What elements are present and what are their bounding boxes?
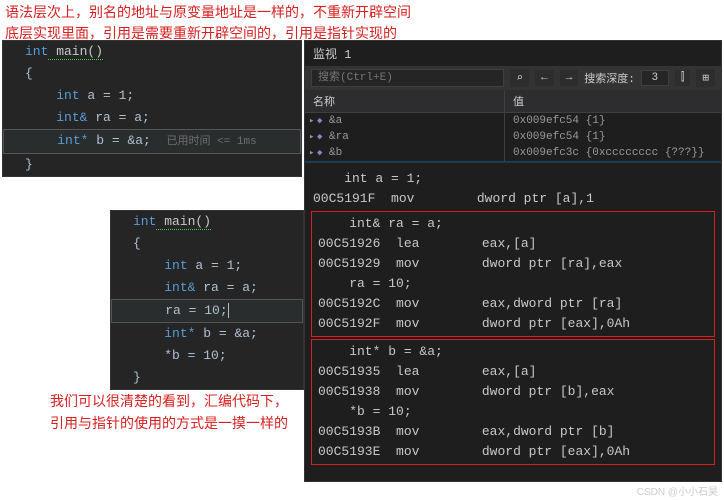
asm-line: 00C51938 mov dword ptr [b],eax [312,382,714,402]
asm-line: 00C5193E mov dword ptr [eax],0Ah [312,442,714,462]
asm-line: 00C51935 lea eax,[a] [312,362,714,382]
watch-header: 名称 值 [305,90,721,113]
asm-line: 00C5191F mov dword ptr [a],1 [307,189,719,209]
watch-row[interactable]: ▸◆&b 0x009efc3c {0xcccccccc {???}} [305,145,721,161]
asm-source-line: ra = 10; [312,274,714,294]
watch-panel: 监视 1 ⌕ ← → 搜索深度: 3 ⫿ ⊞ 名称 值 ▸◆&a 0x009ef… [304,40,722,162]
expand-icon[interactable]: ▸ [309,116,314,126]
diamond-icon: ◆ [317,132,322,142]
code-line: { [111,233,303,255]
code-line: int a = 1; [3,85,301,107]
nav-next-button[interactable]: → [560,70,579,86]
diamond-icon: ◆ [317,148,322,158]
asm-line: 00C5193B mov eax,dword ptr [b] [312,422,714,442]
asm-source-line: int a = 1; [307,169,719,189]
anno-line-1: 语法层次上，别名的地址与原变量地址是一样的，不重新开辟空间 [5,2,411,23]
filter-button[interactable]: ⫿ [675,70,691,86]
breakpoint-marker [6,132,22,146]
asm-line: 00C5192F mov dword ptr [eax],0Ah [312,314,714,334]
code-line-current: int* b = &a; 已用时间 <= 1ms [3,129,301,154]
asm-source-line: *b = 10; [312,402,714,422]
watch-col-name[interactable]: 名称 [305,90,505,112]
expand-icon[interactable]: ▸ [309,132,314,142]
asm-line: 00C51929 mov dword ptr [ra],eax [312,254,714,274]
code-line: { [3,63,301,85]
code-line: *b = 10; [111,345,303,367]
depth-label: 搜索深度: [584,70,635,86]
search-input[interactable] [311,69,504,87]
asm-source-line: int* b = &a; [312,342,714,362]
highlight-box-1: int& ra = a;00C51926 lea eax,[a]00C51929… [311,211,715,337]
watch-toolbar: ⌕ ← → 搜索深度: 3 ⫿ ⊞ [305,66,721,90]
code-line: int main() [111,211,303,233]
code-editor-1[interactable]: int main() { int a = 1; int& ra = a; int… [2,40,302,177]
code-line: } [3,154,301,176]
watch-col-value[interactable]: 值 [505,90,721,112]
code-line: int& ra = a; [3,107,301,129]
watch-title: 监视 1 [305,41,721,66]
nav-prev-button[interactable]: ← [535,70,554,86]
asm-line: 00C51926 lea eax,[a] [312,234,714,254]
code-line: int* b = &a; [111,323,303,345]
code-line: int& ra = a; [111,277,303,299]
search-button[interactable]: ⌕ [510,69,529,87]
expand-icon[interactable]: ▸ [309,148,314,158]
columns-button[interactable]: ⊞ [696,69,715,87]
code-line: int a = 1; [111,255,303,277]
top-annotation: 语法层次上，别名的地址与原变量地址是一样的，不重新开辟空间 底层实现里面，引用是… [5,2,411,44]
asm-source-line: int& ra = a; [312,214,714,234]
highlight-box-2: int* b = &a;00C51935 lea eax,[a]00C51938… [311,339,715,465]
code-line: } [111,367,303,389]
watermark: CSDN @小小石昊 [637,483,718,498]
disassembly-panel[interactable]: int a = 1;00C5191F mov dword ptr [a],1 i… [304,162,722,482]
watch-row[interactable]: ▸◆&ra 0x009efc54 {1} [305,129,721,145]
anno-line-3: 我们可以很清楚的看到，汇编代码下， [50,390,288,412]
code-line-current: ra = 10; [111,299,303,323]
asm-line: 00C5192C mov eax,dword ptr [ra] [312,294,714,314]
bottom-annotation: 我们可以很清楚的看到，汇编代码下， 引用与指针的使用的方式是一摸一样的 [50,390,288,435]
depth-value[interactable]: 3 [641,70,669,86]
code-line: int main() [3,41,301,63]
watch-row[interactable]: ▸◆&a 0x009efc54 {1} [305,113,721,129]
code-editor-2[interactable]: int main() { int a = 1; int& ra = a; ra … [110,210,304,390]
anno-line-4: 引用与指针的使用的方式是一摸一样的 [50,412,288,434]
diamond-icon: ◆ [317,116,322,126]
